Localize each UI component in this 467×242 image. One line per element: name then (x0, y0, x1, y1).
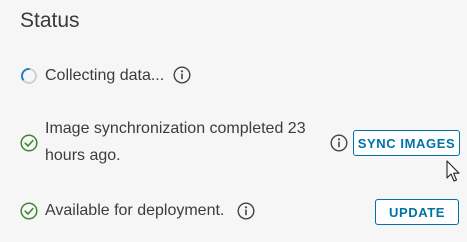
status-text: Available for deployment. (45, 202, 225, 219)
card-title: Status (20, 9, 80, 32)
status-row-collecting: Collecting data... (20, 64, 460, 88)
status-row-deployment: Available for deployment. UPDATE (20, 199, 460, 227)
check-circle-icon (20, 202, 38, 220)
status-text: Collecting data... (45, 67, 165, 84)
spinner-icon (20, 67, 37, 84)
mouse-pointer-icon (446, 160, 460, 182)
info-circle-icon[interactable] (173, 66, 191, 84)
status-text-line2: hours ago. (45, 147, 121, 164)
status-card: Status Collecting data... Image synchron… (0, 0, 467, 242)
status-row-sync: Image synchronization completed 23 hours… (20, 118, 467, 170)
info-circle-icon[interactable] (330, 134, 348, 152)
update-button[interactable]: UPDATE (375, 199, 459, 225)
info-circle-icon[interactable] (237, 202, 255, 220)
sync-images-button[interactable]: SYNC IMAGES (353, 130, 460, 156)
check-circle-icon (20, 134, 38, 152)
status-text-line1: Image synchronization completed 23 (45, 120, 306, 137)
